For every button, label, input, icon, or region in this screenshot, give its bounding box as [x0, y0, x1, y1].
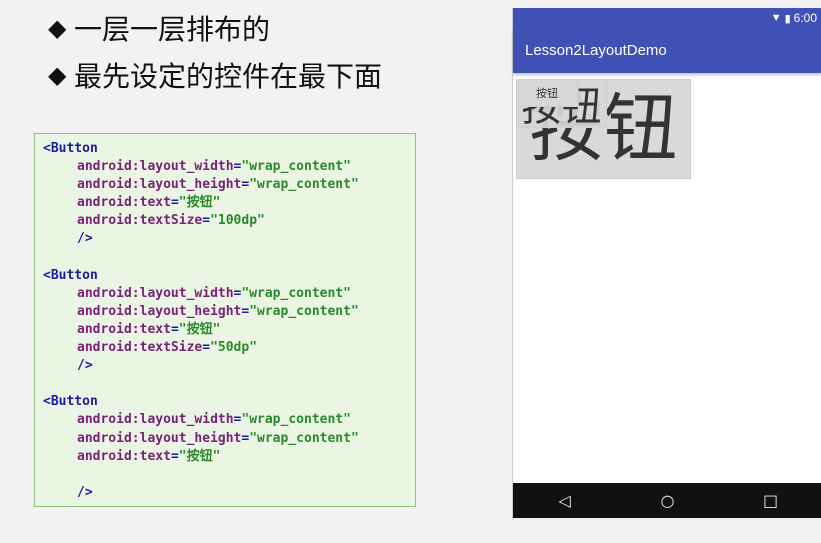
code-line: android:textSize="100dp"	[77, 213, 265, 229]
app-bar: Lesson2LayoutDemo	[513, 28, 821, 73]
code-line: <Button	[43, 141, 98, 156]
code-line: android:text="按钮"	[77, 321, 221, 337]
back-icon[interactable]: ◁	[545, 491, 585, 510]
code-line: android:layout_width="wrap_content"	[77, 285, 351, 301]
diamond-bullet-icon: ◆	[48, 14, 67, 42]
code-line: />	[77, 231, 93, 247]
layout-content: 按钮 按钮 按钮	[513, 73, 821, 483]
nav-bar: ◁ ○ □	[513, 483, 821, 518]
code-panel: <Button android:layout_width="wrap_conte…	[34, 133, 416, 507]
app-title: Lesson2LayoutDemo	[525, 42, 667, 59]
phone-screen: ▼ ▮ 6:00 Lesson2LayoutDemo 按钮 按钮 按钮 ◁ ○ …	[512, 8, 821, 518]
status-bar: ▼ ▮ 6:00	[513, 8, 821, 28]
bullet-2: ◆ 最先设定的控件在最下面	[48, 55, 382, 95]
code-line: />	[77, 358, 93, 374]
recent-apps-icon[interactable]: □	[751, 491, 791, 510]
button-small-label: 按钮	[536, 86, 558, 100]
status-time: 6:00	[793, 11, 817, 25]
code-line: />	[77, 484, 93, 500]
code-line: android:text="按钮"	[77, 195, 221, 211]
code-line: android:text="按钮"	[77, 448, 221, 464]
wifi-icon: ▼	[770, 12, 782, 24]
bullet-2-text: 最先设定的控件在最下面	[74, 60, 383, 93]
code-line: android:layout_height="wrap_content"	[77, 430, 359, 446]
code-line: android:layout_width="wrap_content"	[77, 412, 351, 428]
code-line: android:layout_height="wrap_content"	[77, 177, 359, 193]
code-line: android:layout_width="wrap_content"	[77, 159, 351, 175]
bullet-1-text: 一层一层排布的	[74, 13, 271, 46]
code-line: android:layout_height="wrap_content"	[77, 303, 359, 319]
code-line: <Button	[43, 394, 98, 410]
home-icon[interactable]: ○	[648, 491, 688, 510]
code-line: android:textSize="50dp"	[77, 340, 258, 356]
diamond-bullet-icon: ◆	[48, 61, 67, 89]
battery-icon: ▮	[784, 12, 791, 25]
bullet-1: ◆ 一层一层排布的	[48, 8, 270, 48]
code-line: <Button	[43, 267, 98, 283]
button-small[interactable]: 按钮	[516, 79, 578, 107]
